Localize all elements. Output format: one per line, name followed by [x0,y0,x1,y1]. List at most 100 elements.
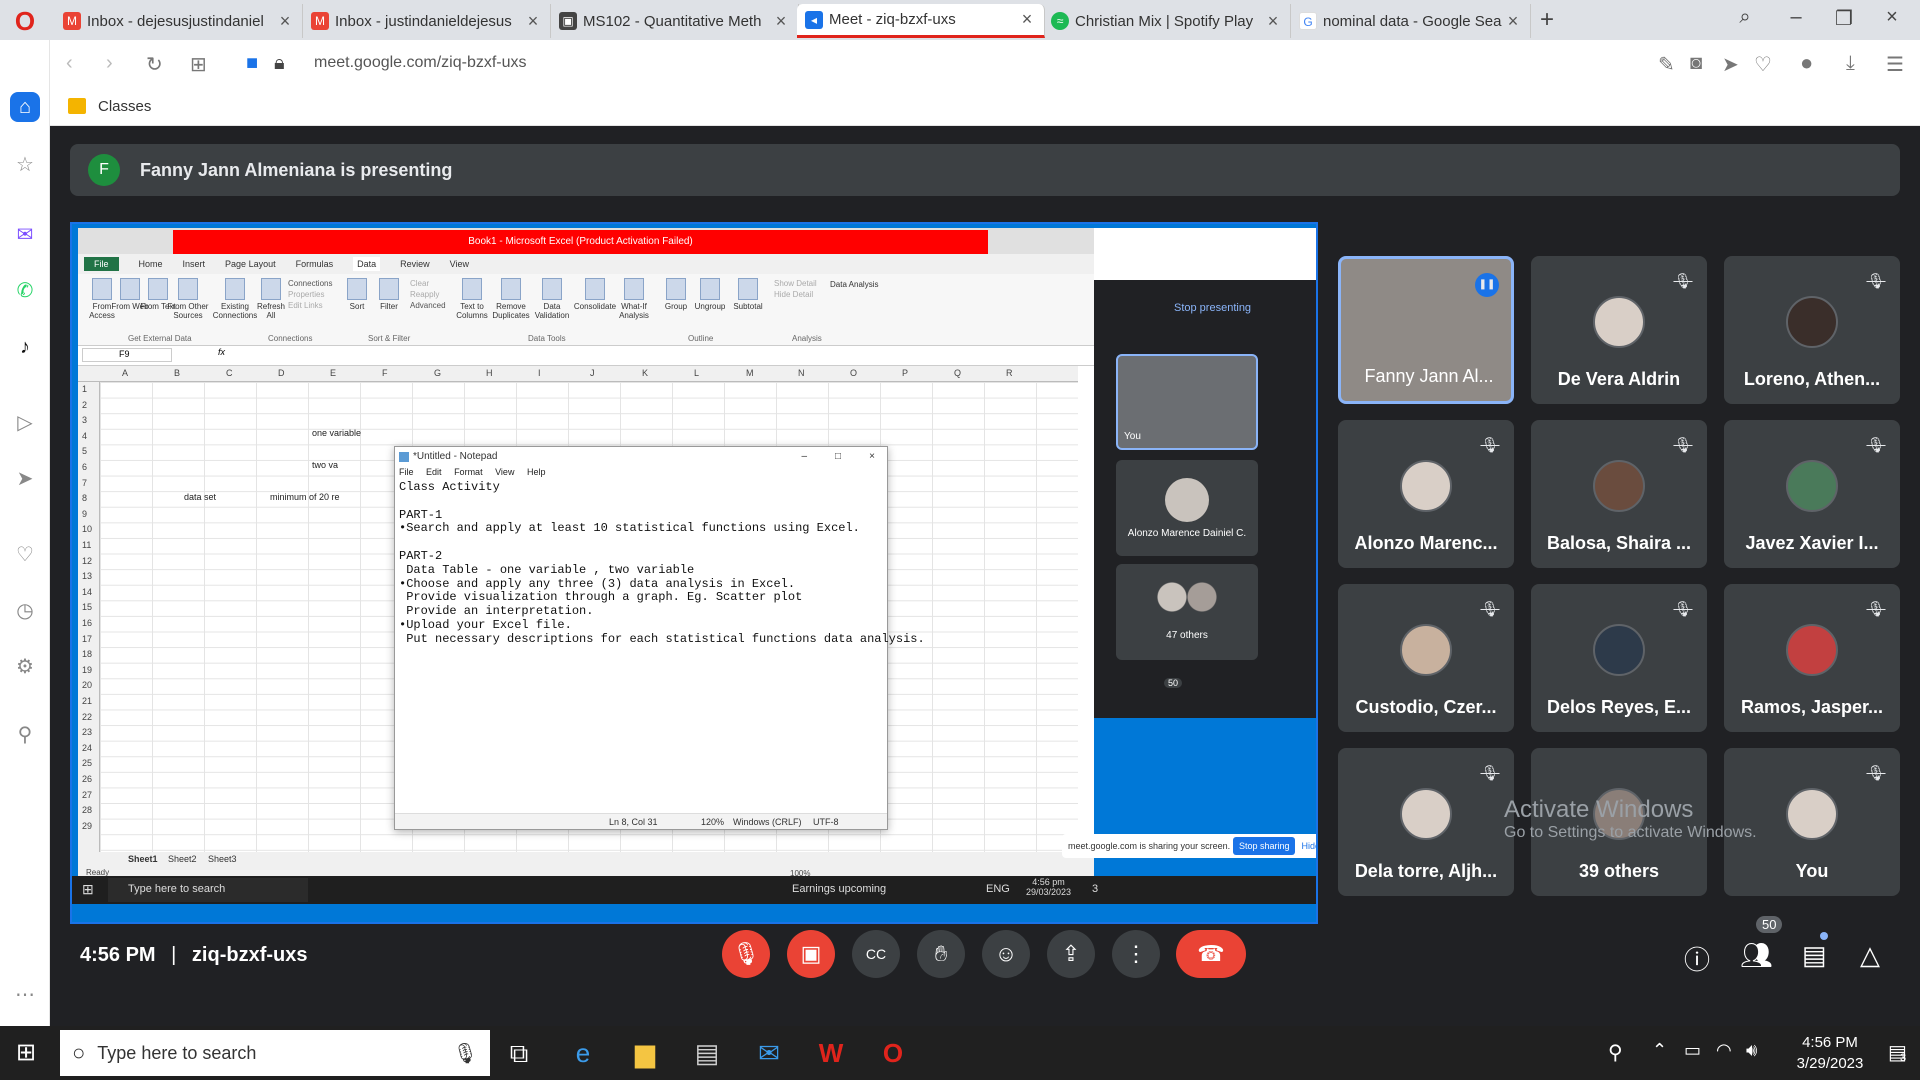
excel-btn-sort[interactable]: Sort [340,278,374,311]
excel-name-box[interactable]: F9 [82,348,172,362]
participant-tile-de-vera[interactable]: De Vera Aldrin 🎙︎ [1531,256,1707,404]
present-button[interactable]: ⇪ [1047,930,1095,978]
new-tab-button[interactable]: + [1540,6,1554,34]
tab-grid-icon[interactable]: ⊞ [190,52,207,77]
excel-row-header[interactable]: 19 [82,665,92,675]
excel-cell[interactable]: data set [184,492,216,502]
minimize-button[interactable]: – [1776,6,1816,29]
excel-row-header[interactable]: 2 [82,400,87,410]
activities-icon[interactable]: △ [1860,940,1880,971]
heart-icon[interactable]: ♡ [1754,52,1772,77]
send-icon[interactable]: ➤ [10,464,40,494]
taskbar-search[interactable]: ○ Type here to search 🎙︎ [60,1030,490,1076]
excel-column-header[interactable]: K [642,368,648,378]
store-icon[interactable]: ▤ [690,1036,724,1070]
excel-column-header[interactable]: R [1006,368,1013,378]
mini-tile-self[interactable]: You [1116,354,1258,450]
excel-btn-properties[interactable]: Properties [288,289,332,300]
mic-off-button[interactable]: 🎙︎ [722,930,770,978]
stop-presenting-button[interactable]: Stop presenting [1174,302,1251,314]
close-icon[interactable]: × [772,11,790,32]
excel-btn-from-other[interactable]: From Other Sources [166,278,210,320]
task-view-icon[interactable]: ⧉ [502,1036,536,1070]
camera-icon[interactable]: ■ [246,52,258,75]
excel-tab-data[interactable]: Data [353,257,381,271]
microphone-icon[interactable]: 🎙︎ [453,1041,478,1066]
excel-row-header[interactable]: 9 [82,509,87,519]
history-icon[interactable]: ◷ [10,596,40,626]
maximize-button[interactable]: □ [835,447,841,467]
participant-tile-dela-torre[interactable]: Dela torre, Aljh... 🎙︎ [1338,748,1514,896]
excel-column-header[interactable]: P [902,368,908,378]
excel-row-header[interactable]: 21 [82,696,92,706]
battery-icon[interactable]: ▭ [1684,1040,1701,1061]
messenger-icon[interactable]: ✉ [10,220,40,250]
excel-row-header[interactable]: 15 [82,602,92,612]
excel-cell[interactable]: one variable [312,428,361,438]
excel-btn-connections[interactable]: Connections [288,278,332,289]
excel-btn-group[interactable]: Group [660,278,692,311]
tab-gmail-2[interactable]: M Inbox - justindanieldejesus × [303,4,551,38]
excel-tab-home[interactable]: Home [139,259,163,269]
excel-column-header[interactable]: E [330,368,336,378]
search-box[interactable]: Type here to search [108,878,308,902]
chat-icon[interactable]: ▤ [1802,940,1827,971]
mail-icon[interactable]: ✉ [752,1036,786,1070]
send-icon[interactable]: ➤ [1722,52,1739,77]
notepad-menu-view[interactable]: View [495,467,514,477]
excel-tab-view[interactable]: View [450,259,469,269]
excel-tab-page-layout[interactable]: Page Layout [225,259,276,269]
camera-off-button[interactable]: ▣ [787,930,835,978]
tips-icon[interactable]: ⚲ [10,720,40,750]
excel-row-header[interactable]: 7 [82,478,87,488]
excel-column-header[interactable]: F [382,368,388,378]
windows-start-icon[interactable]: ⊞ [16,1038,36,1067]
download-icon[interactable]: ⤓ [1846,52,1855,75]
forward-icon[interactable]: › [106,52,113,75]
notepad-menu-edit[interactable]: Edit [426,467,442,477]
participant-tile-custodio[interactable]: Custodio, Czer... 🎙︎ [1338,584,1514,732]
window-close-button[interactable]: × [1872,6,1912,29]
heart-icon[interactable]: ♡ [10,540,40,570]
excel-btn-advanced[interactable]: Advanced [410,300,446,311]
excel-row-header[interactable]: 20 [82,680,92,690]
back-icon[interactable]: ‹ [66,52,73,75]
excel-column-header[interactable]: Q [954,368,961,378]
close-icon[interactable]: × [1504,11,1522,32]
excel-row-header[interactable]: 28 [82,805,92,815]
excel-btn-remove-duplicates[interactable]: Remove Duplicates [488,278,534,320]
participant-tile-alonzo[interactable]: Alonzo Marenc... 🎙︎ [1338,420,1514,568]
notepad-menu-help[interactable]: Help [527,467,546,477]
easy-setup-icon[interactable]: ☰ [1886,52,1904,77]
volume-icon[interactable]: 🔊︎ [1746,1040,1757,1061]
tray-chevron-icon[interactable]: ⌃ [1652,1040,1667,1061]
more-icon[interactable]: ⋯ [10,980,40,1010]
home-icon[interactable]: ⌂ [10,92,40,122]
taskbar-clock[interactable]: 4:56 PM 3/29/2023 [1782,1032,1878,1074]
excel-row-header[interactable]: 1 [82,384,87,394]
hide-button[interactable]: Hide [1301,841,1316,851]
tab-gmail-1[interactable]: M Inbox - dejesusjustindaniel × [55,4,303,38]
whatsapp-icon[interactable]: ✆ [10,276,40,306]
excel-column-header[interactable]: D [278,368,285,378]
file-explorer-icon[interactable]: ▆ [628,1036,662,1070]
mini-tile-others[interactable]: 47 others [1116,564,1258,660]
emoji-button[interactable]: ☺ [982,930,1030,978]
excel-row-header[interactable]: 14 [82,587,92,597]
excel-btn-text-to-columns[interactable]: Text to Columns [452,278,492,320]
tab-spotify[interactable]: ≈ Christian Mix | Spotify Play × [1043,4,1291,38]
excel-btn-reapply[interactable]: Reapply [410,289,446,300]
reload-icon[interactable]: ↻ [146,52,163,77]
excel-column-header[interactable]: A [122,368,128,378]
bookmark-classes[interactable]: Classes [98,98,151,115]
edit-icon[interactable]: ✎ [1658,52,1675,77]
excel-row-header[interactable]: 18 [82,649,92,659]
excel-row-header[interactable]: 17 [82,634,92,644]
leave-call-button[interactable]: ☎ [1176,930,1246,978]
stop-sharing-button[interactable]: Stop sharing [1232,837,1296,855]
participant-tile-javez[interactable]: Javez Xavier I... 🎙︎ [1724,420,1900,568]
excel-column-header[interactable]: J [590,368,595,378]
news-widget[interactable]: Earnings upcoming [792,883,886,895]
participant-tile-delos-reyes[interactable]: Delos Reyes, E... 🎙︎ [1531,584,1707,732]
participant-tile-ramos[interactable]: Ramos, Jasper... 🎙︎ [1724,584,1900,732]
